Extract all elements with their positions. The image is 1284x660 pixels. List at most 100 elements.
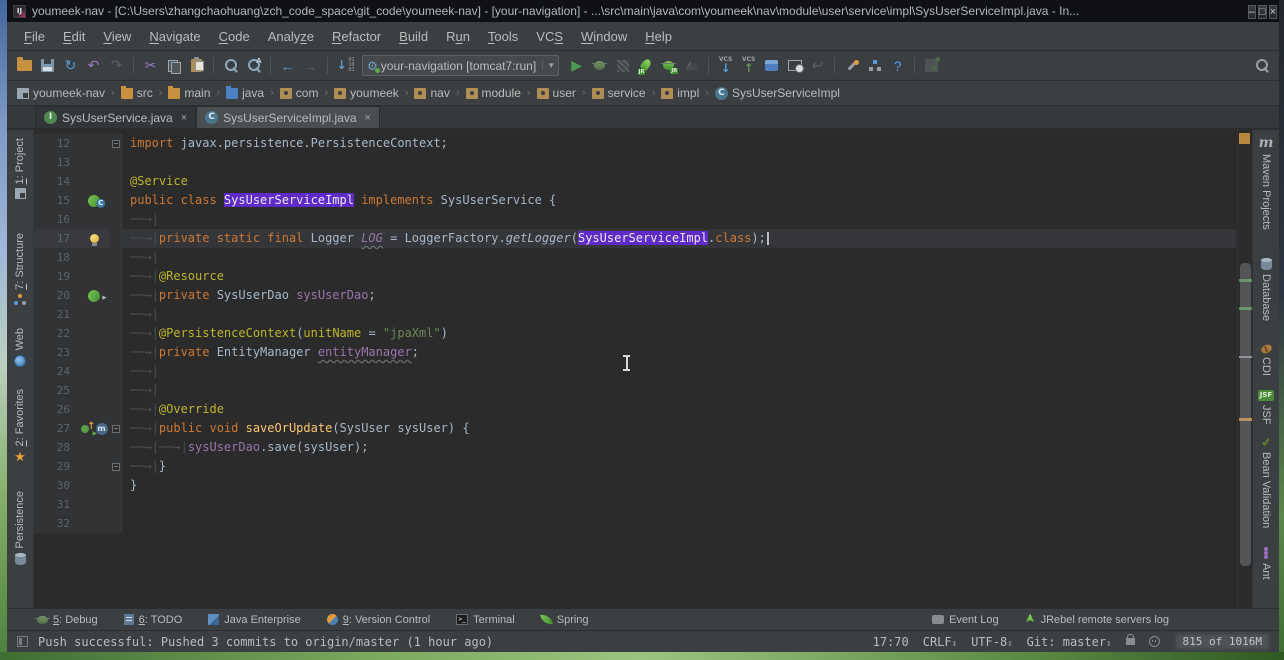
back-icon[interactable]: ← xyxy=(276,55,299,76)
memory-indicator[interactable]: 815 of 1016M xyxy=(1174,632,1271,651)
toolwindow-button-maven-projects[interactable]: mMaven Projects xyxy=(1259,136,1274,230)
code-line-20[interactable]: 20──→|private SysUserDao sysUserDao; xyxy=(34,286,1236,305)
line-number[interactable]: 14 xyxy=(34,172,78,191)
commit-changes-icon[interactable] xyxy=(737,55,760,76)
open-folder-icon[interactable] xyxy=(13,55,36,76)
toolwindow-button-jsf[interactable]: JSFJSF xyxy=(1258,390,1274,425)
code-line-32[interactable]: 32 xyxy=(34,514,1236,533)
menu-navigate[interactable]: Navigate xyxy=(140,26,209,47)
project-structure-icon[interactable] xyxy=(863,55,886,76)
toolwindow-button-jrebel-remote-servers-log[interactable]: JRebel remote servers log xyxy=(1025,614,1169,626)
line-number[interactable]: 26 xyxy=(34,400,78,419)
code-line-22[interactable]: 22──→|@PersistenceContext(unitName = "jp… xyxy=(34,324,1236,343)
toolwindow-button-event-log[interactable]: Event Log xyxy=(932,614,999,626)
code-line-28[interactable]: 28──→|──→|sysUserDao.save(sysUser); xyxy=(34,438,1236,457)
menu-analyze[interactable]: Analyze xyxy=(259,26,323,47)
maximize-button[interactable]: □ xyxy=(1258,5,1267,19)
update-project-icon[interactable] xyxy=(714,55,737,76)
code-line-12[interactable]: 12−import javax.persistence.PersistenceC… xyxy=(34,134,1236,153)
close-button[interactable]: × xyxy=(1269,5,1277,19)
menu-build[interactable]: Build xyxy=(390,26,437,47)
editor[interactable]: 12−import javax.persistence.PersistenceC… xyxy=(34,130,1252,608)
replace-icon[interactable]: A xyxy=(242,55,265,76)
line-ending-widget[interactable]: CRLF↕ xyxy=(923,635,957,649)
menu-tools[interactable]: Tools xyxy=(479,26,527,47)
redo-icon[interactable]: ↷ xyxy=(105,55,128,76)
breadcrumb-item-module[interactable]: module xyxy=(464,85,523,101)
code-line-31[interactable]: 31 xyxy=(34,495,1236,514)
line-number[interactable]: 21 xyxy=(34,305,78,324)
code-line-26[interactable]: 26──→|@Override xyxy=(34,400,1236,419)
toolwindow-button-ant[interactable]: Ant xyxy=(1260,547,1272,580)
code-line-15[interactable]: 15public class SysUserServiceImpl implem… xyxy=(34,191,1236,210)
toolwindow-toggle-icon[interactable] xyxy=(17,636,28,647)
line-number[interactable]: 22 xyxy=(34,324,78,343)
menu-edit[interactable]: Edit xyxy=(54,26,94,47)
code-line-16[interactable]: 16──→| xyxy=(34,210,1236,229)
minimize-button[interactable]: – xyxy=(1248,5,1256,19)
code-line-14[interactable]: 14@Service xyxy=(34,172,1236,191)
revert-icon[interactable]: ↩ xyxy=(806,55,829,76)
close-icon[interactable]: × xyxy=(365,112,371,124)
breadcrumb-item-java[interactable]: java xyxy=(224,85,266,101)
breadcrumb-item-service[interactable]: service xyxy=(590,85,648,101)
code-line-24[interactable]: 24──→| xyxy=(34,362,1236,381)
show-changes-icon[interactable] xyxy=(760,55,783,76)
menu-code[interactable]: Code xyxy=(210,26,259,47)
toolwindow-button-5-debug[interactable]: 5: Debug xyxy=(37,614,98,626)
cut-icon[interactable]: ✂ xyxy=(139,55,162,76)
settings-icon[interactable] xyxy=(840,55,863,76)
code-line-13[interactable]: 13 xyxy=(34,153,1236,172)
code-line-17[interactable]: 17──→|private static final Logger LOG = … xyxy=(34,229,1236,248)
fold-marker-icon[interactable]: − xyxy=(112,425,120,433)
code-line-30[interactable]: 30} xyxy=(34,476,1236,495)
encoding-widget[interactable]: UTF-8↕ xyxy=(971,635,1013,649)
menu-refactor[interactable]: Refactor xyxy=(323,26,390,47)
debug-icon[interactable] xyxy=(588,55,611,76)
breadcrumb-item-sysuserserviceimpl[interactable]: CSysUserServiceImpl xyxy=(713,85,842,101)
override-and-spring-method-icon[interactable]: m xyxy=(78,419,110,438)
toolwindow-button-web[interactable]: Web xyxy=(14,328,26,366)
coverage-icon[interactable] xyxy=(611,55,634,76)
find-icon[interactable] xyxy=(219,55,242,76)
git-branch-widget[interactable]: Git: master↕ xyxy=(1027,635,1112,649)
toolwindow-button-1-project[interactable]: 1: Project xyxy=(14,138,26,199)
line-order-icon[interactable]: 01 10 01 xyxy=(333,55,356,76)
search-everywhere-icon[interactable] xyxy=(1250,55,1273,76)
jrebel-sync-icon[interactable] xyxy=(920,55,943,76)
toolwindow-button-2-favorites[interactable]: 2: Favorites★ xyxy=(14,389,26,463)
close-icon[interactable]: × xyxy=(181,112,187,124)
breadcrumb-item-main[interactable]: main xyxy=(166,85,212,101)
line-number[interactable]: 23 xyxy=(34,343,78,362)
spring-autowired-icon[interactable] xyxy=(78,286,110,305)
scrollbar-thumb[interactable] xyxy=(1240,263,1251,566)
line-number[interactable]: 13 xyxy=(34,153,78,172)
synchronize-icon[interactable]: ↻ xyxy=(59,55,82,76)
line-number[interactable]: 28 xyxy=(34,438,78,457)
help-icon[interactable]: ? xyxy=(886,55,909,76)
menu-run[interactable]: Run xyxy=(437,26,479,47)
spring-bean-icon[interactable] xyxy=(78,191,110,210)
breadcrumb-item-impl[interactable]: impl xyxy=(659,85,701,101)
paste-icon[interactable] xyxy=(185,55,208,76)
fold-marker-icon[interactable]: − xyxy=(112,140,120,148)
run-configuration-select[interactable]: ⚙your-navigation [tomcat7:run]▼ xyxy=(362,55,559,76)
toolwindow-button-persistence[interactable]: Persistence xyxy=(14,491,26,564)
toolwindow-button-database[interactable]: Database xyxy=(1260,258,1272,321)
breadcrumb-item-nav[interactable]: nav xyxy=(412,85,451,101)
breadcrumb-item-com[interactable]: com xyxy=(278,85,321,101)
toolwindow-button-spring[interactable]: Spring xyxy=(541,614,589,626)
inspection-status-icon[interactable] xyxy=(1239,133,1250,144)
toolwindow-button-cdi[interactable]: CDI xyxy=(1260,345,1272,376)
code-line-25[interactable]: 25──→| xyxy=(34,381,1236,400)
toolwindow-button-java-enterprise[interactable]: Java Enterprise xyxy=(208,614,300,626)
lock-icon[interactable] xyxy=(1126,638,1135,645)
line-number[interactable]: 15 xyxy=(34,191,78,210)
line-number[interactable]: 20 xyxy=(34,286,78,305)
line-number[interactable]: 16 xyxy=(34,210,78,229)
run-with-jrebel-icon[interactable] xyxy=(634,55,657,76)
line-number[interactable]: 25 xyxy=(34,381,78,400)
forward-icon[interactable]: → xyxy=(299,55,322,76)
line-number[interactable]: 12 xyxy=(34,134,78,153)
code-line-19[interactable]: 19──→|@Resource xyxy=(34,267,1236,286)
